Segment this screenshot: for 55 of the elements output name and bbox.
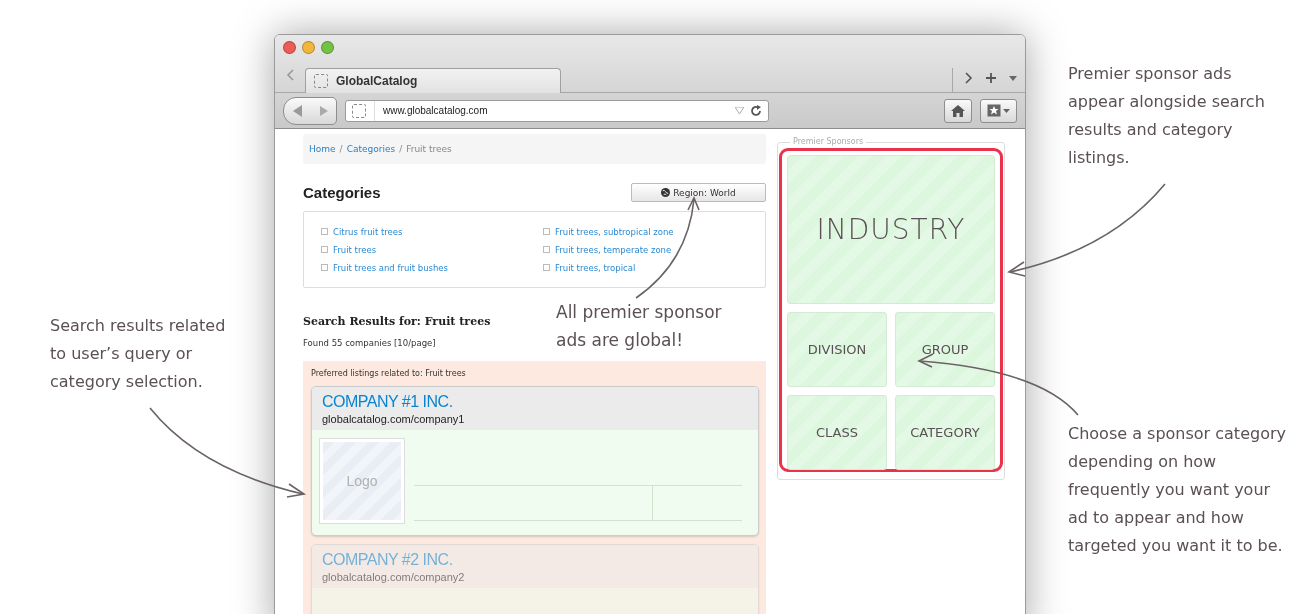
category-link[interactable]: Fruit trees, tropical xyxy=(555,262,636,273)
dropdown-triangle-icon[interactable] xyxy=(735,107,744,114)
breadcrumb-link[interactable]: Home xyxy=(309,144,336,154)
category-link[interactable]: Fruit trees, subtropical zone xyxy=(555,226,674,237)
back-icon[interactable] xyxy=(292,104,303,117)
close-button[interactable] xyxy=(283,41,296,54)
preferred-listings-label: Preferred listings related to: Fruit trees xyxy=(311,369,467,378)
favicon-icon xyxy=(352,103,366,118)
dropdown-caret-icon[interactable] xyxy=(1009,75,1017,81)
sponsor-ad-tile[interactable]: INDUSTRY xyxy=(787,155,995,304)
square-bullet-icon xyxy=(543,264,550,271)
category-link[interactable]: Fruit trees xyxy=(333,244,377,255)
square-bullet-icon xyxy=(543,228,550,235)
caret-icon xyxy=(1003,108,1010,113)
home-button[interactable] xyxy=(944,98,972,123)
sponsor-ad-tile[interactable]: CLASS xyxy=(787,395,887,470)
sponsor-ad-tile[interactable]: CATEGORY xyxy=(895,395,995,470)
company-name-link[interactable]: COMPANY #1 INC. xyxy=(322,393,748,411)
breadcrumb-separator: / xyxy=(339,144,343,154)
breadcrumb-separator: / xyxy=(399,144,403,154)
address-bar[interactable]: www.globalcatalog.com xyxy=(345,99,769,122)
square-bullet-icon xyxy=(543,246,550,253)
star-icon xyxy=(987,104,1001,117)
company-url: globalcatalog.com/company2 xyxy=(322,571,466,583)
chevron-right-icon[interactable] xyxy=(963,72,973,84)
sponsors-legend: Premier Sponsors xyxy=(790,137,867,146)
company-url: globalcatalog.com/company1 xyxy=(322,413,466,425)
back-forward-button[interactable] xyxy=(283,96,337,125)
breadcrumb-link[interactable]: Categories xyxy=(346,144,396,154)
sponsor-ad-tile[interactable]: GROUP xyxy=(895,312,995,387)
minimize-button[interactable] xyxy=(302,41,315,54)
category-link[interactable]: Fruit trees, temperate zone xyxy=(555,244,672,255)
sponsor-ad-tile[interactable]: DIVISION xyxy=(787,312,887,387)
region-button[interactable]: Region: World xyxy=(631,183,766,202)
annotation-note: Premier sponsor ads appear alongside search results and category listings. xyxy=(1068,63,1266,169)
annotation-note: Search results related to user’s query or category selection. xyxy=(50,315,227,393)
annotation-note: Choose a sponsor category depending on how frequently you want your ad to appear and how targeted you want it to be. xyxy=(1068,423,1287,557)
home-icon xyxy=(951,104,965,117)
browser-tab[interactable]: GlobalCatalog xyxy=(305,68,561,93)
maximize-button[interactable] xyxy=(321,41,334,54)
logo-label: Logo xyxy=(346,473,378,489)
favicon-icon xyxy=(314,74,328,88)
results-count: Found 55 companies [10/page] xyxy=(303,338,436,348)
annotation-note: All premier sponsor ads are global! xyxy=(556,301,723,352)
breadcrumb-current: Fruit trees xyxy=(406,144,452,154)
globe-icon xyxy=(661,188,671,197)
square-bullet-icon xyxy=(321,228,328,235)
plus-icon[interactable] xyxy=(985,72,997,84)
square-bullet-icon xyxy=(321,264,328,271)
category-link[interactable]: Citrus fruit trees xyxy=(333,226,403,237)
categories-heading: Categories xyxy=(303,184,381,201)
bookmarks-button[interactable] xyxy=(980,98,1017,123)
reload-icon[interactable] xyxy=(750,104,762,117)
square-bullet-icon xyxy=(321,246,328,253)
category-link[interactable]: Fruit trees and fruit bushes xyxy=(333,262,448,273)
